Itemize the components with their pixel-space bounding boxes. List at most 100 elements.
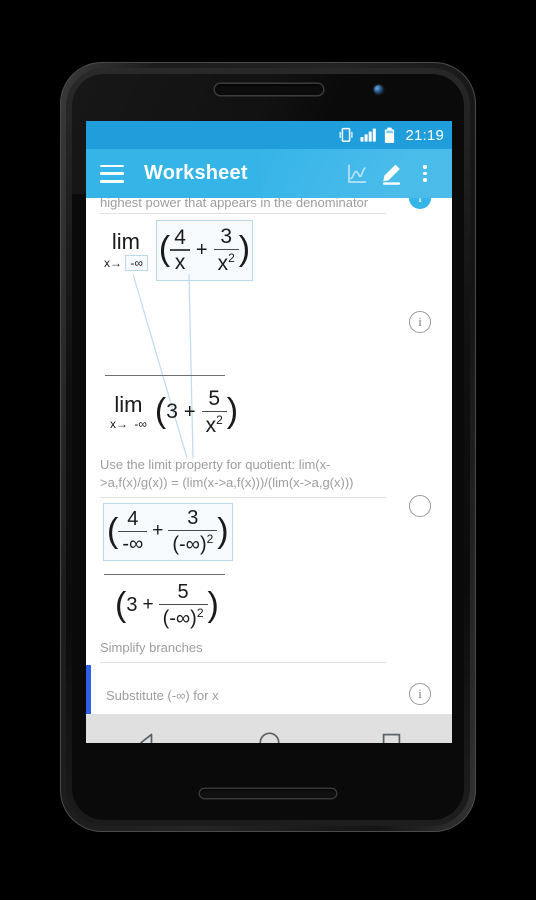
signal-bars-icon (360, 128, 377, 142)
frac6-denominator: (-∞)2 (159, 607, 208, 629)
frac5-denominator: (-∞)2 (168, 533, 217, 555)
expression-numerator: lim x→ -∞ ( 4 x + 3 x2) (104, 220, 254, 282)
overflow-menu-icon (423, 165, 427, 182)
open-paren-4: ( (115, 585, 127, 624)
quotient-hint-text: Use the limit property for quotient: lim… (100, 456, 400, 492)
expr2-constant: 3 (166, 400, 178, 424)
expression-substituted-denominator: ( 3 + 5 (-∞)2 ) (115, 582, 219, 629)
frac2-den-base: x (217, 251, 229, 275)
substitute-label-1: Substitute (-∞) for x (106, 688, 219, 703)
fraction-5-over-neginf2: 5 (-∞)2 (158, 581, 208, 629)
lim-arrow-2: x→ (110, 417, 128, 432)
screenshot-root: 21:19 Worksheet highest power that appea… (0, 0, 536, 900)
frac5-den-base: (-∞) (172, 533, 207, 556)
fraction-5-over-x2: 5 x2 (201, 387, 227, 436)
nav-home-button[interactable] (243, 723, 295, 743)
quotient-hint-line2: >a,f(x)/g(x)) = (lim(x->a,f(x)))/(lim(x-… (100, 475, 354, 490)
expression-denominator: lim x→ -∞ ( 3 + 5 x2) (110, 388, 238, 436)
status-bar: 21:19 (86, 121, 452, 149)
line-chart-icon (348, 164, 367, 183)
frac2-denominator: x2 (214, 252, 239, 274)
plus-sign-1: + (195, 238, 208, 261)
frac4-denominator: -∞ (122, 532, 144, 555)
page-title: Worksheet (144, 162, 248, 184)
open-paren-1: ( (158, 230, 171, 269)
frac5-den-exponent: 2 (206, 531, 214, 546)
main-fraction-bar-2 (104, 574, 225, 576)
top-hint-text: highest power that appears in the denomi… (100, 198, 369, 210)
lim-word-2: lim (114, 392, 143, 418)
info-icon-row-2[interactable] (409, 495, 431, 517)
frac1-denominator: x (174, 251, 186, 275)
frac3-denominator: x2 (202, 414, 227, 436)
expr4-constant: 3 (126, 593, 138, 616)
frac6-den-exponent: 2 (196, 605, 204, 620)
status-icons: 21:19 (339, 127, 444, 144)
expression-substituted-numerator: ( 4 -∞ + 3 (-∞)2) (103, 503, 233, 561)
info-icon-row-1[interactable]: i (409, 311, 431, 333)
frac2-bar (213, 248, 239, 251)
plus-sign-4: + (142, 594, 154, 616)
frac3-numerator: 5 (208, 387, 221, 410)
limit-operator-1: lim x→ -∞ (104, 230, 148, 271)
selection-accent-bar (86, 665, 91, 714)
worksheet-content[interactable]: highest power that appears in the denomi… (86, 198, 452, 714)
edit-button[interactable] (374, 157, 408, 191)
battery-icon (385, 127, 395, 143)
bottom-speaker-icon (200, 789, 336, 798)
frac6-numerator: 5 (177, 581, 189, 603)
lim-arrow-1: x→ (104, 255, 122, 270)
frac3-den-exponent: 2 (216, 412, 223, 427)
recents-square-icon (382, 733, 400, 743)
open-paren-2: ( (154, 392, 167, 431)
frac2-den-exponent: 2 (228, 250, 235, 265)
lim-target-1[interactable]: -∞ (125, 254, 148, 271)
phone-vibrate-icon (339, 127, 354, 142)
info-icon-row-3[interactable]: i (409, 683, 431, 705)
highlight-box-expr3[interactable]: ( 4 -∞ + 3 (-∞)2) (103, 503, 233, 561)
frac3-bar (201, 410, 227, 413)
plus-sign-2: + (183, 400, 196, 423)
lim-subscript-1: x→ -∞ (104, 254, 148, 271)
hamburger-menu-icon[interactable] (100, 164, 124, 183)
fraction-3-over-neginf2: 3 (-∞)2 (168, 507, 218, 555)
plus-sign-3: + (152, 520, 164, 542)
nav-back-button[interactable] (121, 723, 173, 743)
frac2-numerator: 3 (220, 225, 233, 248)
close-paren-3: ) (217, 511, 229, 550)
quotient-hint-divider (100, 497, 386, 498)
status-clock: 21:19 (405, 126, 444, 144)
fraction-4-over-x: 4 x (170, 225, 190, 275)
frac6-den-base: (-∞) (162, 607, 197, 630)
overflow-menu-button[interactable] (408, 157, 442, 191)
earpiece-speaker-icon (215, 84, 323, 95)
pencil-edit-icon (383, 164, 400, 185)
android-navigation-bar (86, 714, 452, 743)
app-toolbar: Worksheet (86, 149, 452, 198)
lim-target-2[interactable]: -∞ (134, 417, 147, 431)
expr2-body: ( 3 + 5 x2 ) (155, 388, 238, 436)
lim-subscript-2: x→ -∞ (110, 418, 147, 430)
limit-operator-2: lim x→ -∞ (110, 392, 147, 431)
close-paren-1: ) (238, 230, 251, 269)
simplify-label: Simplify branches (100, 640, 203, 655)
frac1-numerator: 4 (174, 225, 186, 249)
simplify-divider (100, 662, 386, 663)
frac4-bar (118, 530, 148, 533)
fraction-4-over-neginf: 4 -∞ (118, 507, 148, 555)
back-triangle-icon (139, 733, 152, 743)
info-icon-row-0[interactable]: i (409, 198, 431, 209)
close-paren-4: ) (207, 585, 219, 624)
home-circle-icon (258, 732, 280, 743)
nav-recents-button[interactable] (365, 723, 417, 743)
frac5-numerator: 3 (187, 507, 199, 529)
highlight-box-expr1[interactable]: ( 4 x + 3 x2) (155, 220, 254, 282)
graph-button[interactable] (340, 157, 374, 191)
frac3-den-base: x (205, 413, 217, 437)
close-paren-2: ) (226, 392, 239, 431)
open-paren-3: ( (107, 511, 119, 550)
device-screen: 21:19 Worksheet highest power that appea… (86, 121, 452, 743)
frac4-numerator: 4 (127, 507, 139, 530)
fraction-3-over-x2: 3 x2 (213, 225, 239, 274)
front-camera-icon (374, 85, 383, 94)
